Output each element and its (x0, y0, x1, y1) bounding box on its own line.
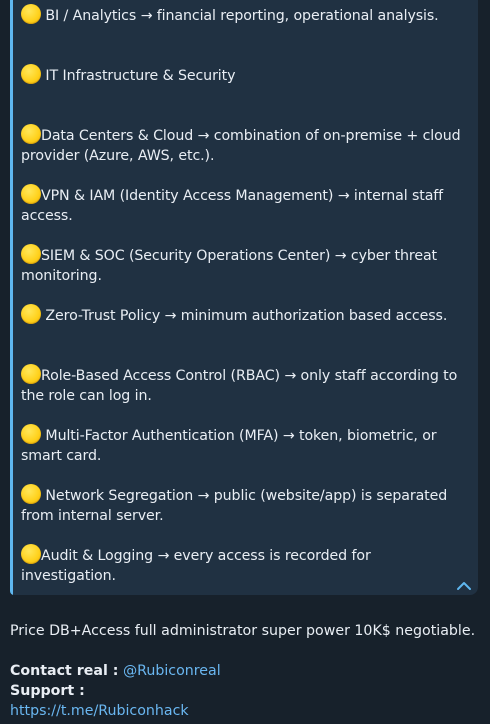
yellow-circle-emoji-icon (21, 4, 41, 24)
quote-item-text: Multi-Factor Authentication (MFA) → toke… (21, 428, 437, 464)
chevron-up-icon[interactable] (456, 579, 472, 591)
quote-item-text: Zero-Trust Policy → minimum authorizatio… (45, 308, 448, 324)
quote-list-item: BI / Analytics → financial reporting, op… (21, 4, 461, 64)
quote-list-item: Data Centers & Cloud → combination of on… (21, 124, 461, 184)
quote-list-item: Multi-Factor Authentication (MFA) → toke… (21, 424, 461, 484)
contact-label: Contact real : (10, 663, 119, 679)
support-link-line: https://t.me/Rubiconhack (10, 701, 480, 721)
contact-handle-link[interactable]: @Rubiconreal (123, 663, 221, 679)
quote-block: BI / Analytics → financial reporting, op… (10, 0, 478, 595)
contact-line: Contact real : @Rubiconreal (10, 661, 480, 681)
yellow-circle-emoji-icon (21, 304, 41, 324)
quote-item-text: Network Segregation → public (website/ap… (21, 488, 448, 524)
quote-item-text: Audit & Logging → every access is record… (21, 548, 371, 584)
quote-item-text: Data Centers & Cloud → combination of on… (21, 128, 461, 164)
yellow-circle-emoji-icon (21, 64, 41, 84)
support-label: Support : (10, 683, 85, 699)
quote-item-text: SIEM & SOC (Security Operations Center) … (21, 248, 438, 284)
yellow-circle-emoji-icon (21, 544, 41, 564)
price-text: Price DB+Access full administrator super… (10, 623, 476, 639)
yellow-circle-emoji-icon (21, 244, 41, 264)
quote-list-item: SIEM & SOC (Security Operations Center) … (21, 244, 461, 304)
quote-list-item: Network Segregation → public (website/ap… (21, 484, 461, 544)
quote-list: BI / Analytics → financial reporting, op… (21, 4, 461, 595)
yellow-circle-emoji-icon (21, 124, 41, 144)
yellow-circle-emoji-icon (21, 424, 41, 444)
quote-item-text: IT Infrastructure & Security (45, 68, 236, 84)
quote-list-item: Role-Based Access Control (RBAC) → only … (21, 364, 461, 424)
quote-item-text: Role-Based Access Control (RBAC) → only … (21, 368, 458, 404)
quote-item-text: VPN & IAM (Identity Access Management) →… (21, 188, 444, 224)
yellow-circle-emoji-icon (21, 184, 41, 204)
yellow-circle-emoji-icon (21, 364, 41, 384)
quote-list-item: Audit & Logging → every access is record… (21, 544, 461, 595)
line-spacer (10, 641, 480, 661)
support-link[interactable]: https://t.me/Rubiconhack (10, 703, 189, 719)
message-body: Price DB+Access full administrator super… (10, 621, 480, 721)
quote-list-item: VPN & IAM (Identity Access Management) →… (21, 184, 461, 244)
quote-accent-bar (10, 0, 13, 595)
yellow-circle-emoji-icon (21, 484, 41, 504)
quote-item-text: BI / Analytics → financial reporting, op… (45, 8, 439, 24)
support-line: Support : (10, 681, 480, 701)
quote-list-item: IT Infrastructure & Security (21, 64, 461, 124)
quote-list-item: Zero-Trust Policy → minimum authorizatio… (21, 304, 461, 364)
